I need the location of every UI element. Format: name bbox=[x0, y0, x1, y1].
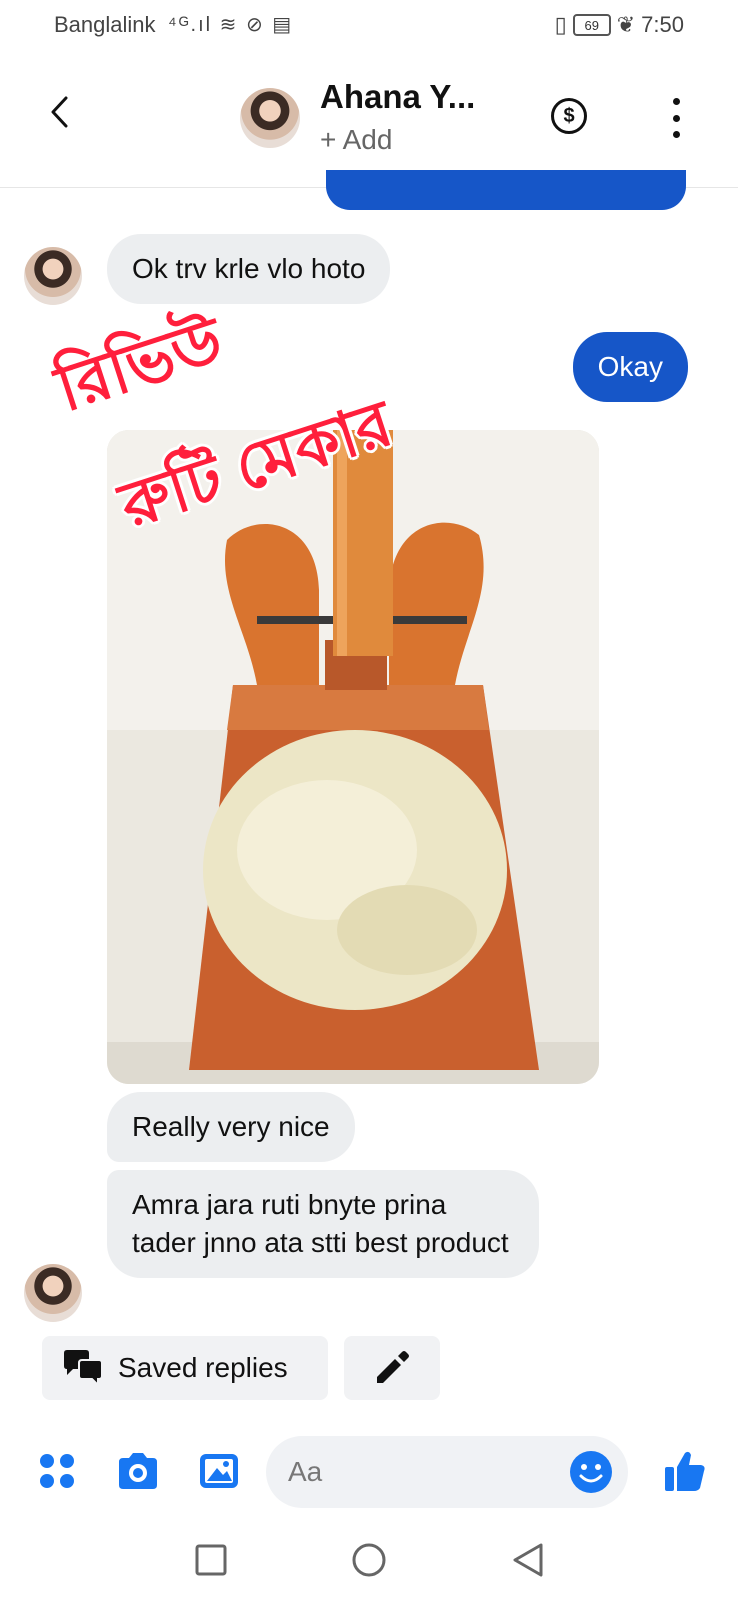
message-bubble-incoming[interactable]: Really very nice bbox=[107, 1092, 355, 1162]
message-bubble-incoming[interactable]: Ok trv krle vlo hoto bbox=[107, 234, 391, 304]
more-options-button[interactable] bbox=[666, 98, 686, 138]
chat-header: Ahana Y... + Add $ bbox=[0, 52, 738, 188]
previous-message-bubble[interactable] bbox=[326, 170, 686, 210]
gallery-button[interactable] bbox=[196, 1448, 242, 1494]
square-icon bbox=[195, 1544, 227, 1576]
message-text: Really very nice bbox=[132, 1111, 330, 1142]
watermark-review: রিভিউ bbox=[47, 304, 232, 425]
system-nav-bar bbox=[0, 1520, 738, 1600]
leaf-icon: ❦ bbox=[616, 12, 636, 37]
camera-button[interactable] bbox=[115, 1448, 161, 1494]
dollar-circle-icon: $ bbox=[563, 104, 575, 127]
message-bubble-outgoing[interactable]: Okay bbox=[572, 332, 688, 402]
payment-button[interactable]: $ bbox=[551, 98, 587, 134]
carrier-name: Banglalink bbox=[54, 12, 156, 37]
add-contact-link[interactable]: + Add bbox=[320, 124, 392, 156]
status-right: ▯ 69 ❦ 7:50 bbox=[555, 12, 684, 38]
message-text: Okay bbox=[597, 351, 663, 382]
back-button[interactable] bbox=[40, 92, 80, 132]
battery-icon: 69 bbox=[572, 14, 611, 36]
message-bubble-incoming[interactable]: Amra jara ruti bnyte prina tader jnno at… bbox=[107, 1170, 539, 1278]
more-vertical-icon bbox=[672, 98, 680, 105]
chat-bubbles-icon bbox=[64, 1350, 103, 1387]
message-text: Amra jara ruti bnyte prina tader jnno at… bbox=[132, 1189, 509, 1258]
triangle-back-icon bbox=[513, 1543, 543, 1577]
saved-replies-label: Saved replies bbox=[118, 1352, 288, 1383]
back-nav-button[interactable] bbox=[506, 1538, 550, 1582]
apps-button[interactable] bbox=[34, 1448, 80, 1494]
contact-name[interactable]: Ahana Y... bbox=[320, 78, 475, 116]
circle-icon bbox=[352, 1543, 386, 1577]
edit-replies-button[interactable] bbox=[344, 1336, 440, 1400]
saved-replies-button[interactable]: Saved replies bbox=[42, 1336, 328, 1400]
message-input-box[interactable] bbox=[266, 1436, 628, 1508]
four-dots-icon bbox=[40, 1454, 74, 1488]
message-text: Ok trv krle vlo hoto bbox=[132, 253, 366, 284]
like-button[interactable] bbox=[662, 1448, 708, 1494]
message-composer bbox=[0, 1430, 738, 1510]
home-button[interactable] bbox=[347, 1538, 391, 1582]
chevron-left-icon bbox=[51, 96, 68, 128]
sender-avatar bbox=[24, 1264, 82, 1322]
message-input[interactable] bbox=[288, 1450, 548, 1494]
vibrate-icon: ▯ bbox=[554, 12, 567, 37]
status-bar: Banglalink ⁴ᴳ.ıl ≋ ⊘ ▤ ▯ 69 ❦ 7:50 bbox=[0, 0, 738, 52]
thumbs-up-icon bbox=[665, 1451, 705, 1491]
pencil-icon bbox=[377, 1351, 409, 1383]
clock-time: 7:50 bbox=[641, 12, 684, 37]
smiley-icon bbox=[570, 1451, 612, 1493]
recents-button[interactable] bbox=[189, 1538, 233, 1582]
emoji-button[interactable] bbox=[568, 1449, 614, 1495]
contact-avatar[interactable] bbox=[240, 88, 300, 148]
sender-avatar bbox=[24, 247, 82, 305]
network-status-icons: ⁴ᴳ.ıl ≋ ⊘ ▤ bbox=[168, 14, 294, 36]
camera-icon bbox=[119, 1453, 157, 1489]
image-icon bbox=[200, 1454, 238, 1488]
